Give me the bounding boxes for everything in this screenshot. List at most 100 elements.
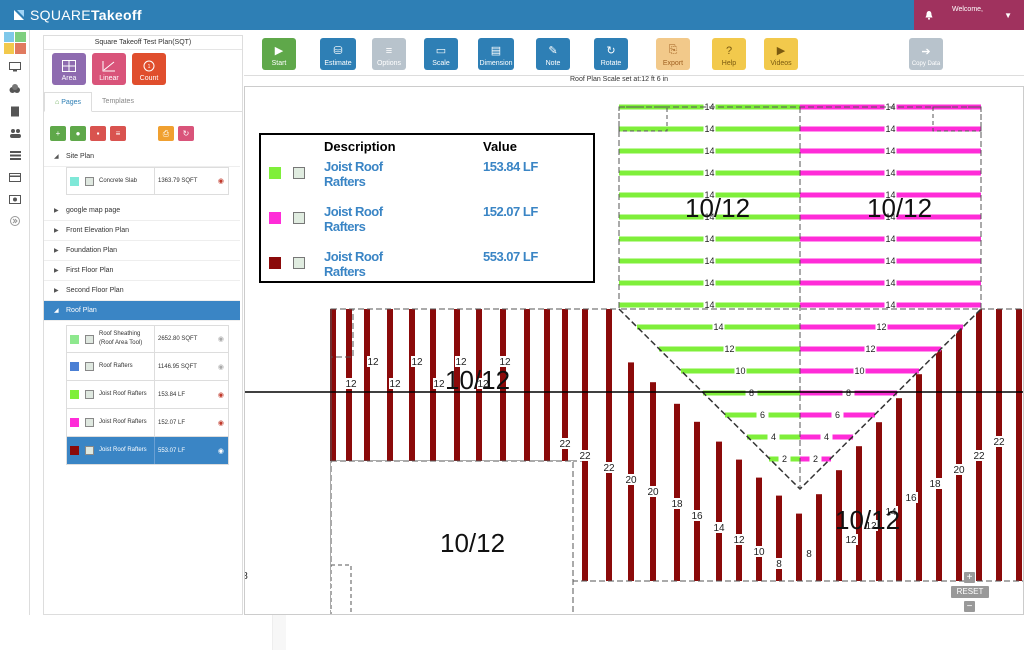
- tab-templates[interactable]: Templates: [92, 92, 144, 111]
- area-icon: [85, 362, 94, 371]
- page-label: Front Elevation Plan: [66, 227, 130, 234]
- rail-monitor[interactable]: [0, 56, 30, 78]
- videos-button[interactable]: ▶ Videos: [764, 38, 798, 70]
- item-name: Roof Rafters: [99, 363, 133, 369]
- item-value: 2652.80 SQFT: [154, 326, 209, 352]
- location-button[interactable]: ●: [70, 126, 86, 141]
- area-tool-button[interactable]: Area: [52, 53, 86, 85]
- note-button[interactable]: ✎ Note: [536, 38, 570, 70]
- help-button[interactable]: ? Help: [712, 38, 746, 70]
- export-button[interactable]: ⎘ Export: [656, 38, 690, 70]
- copy-data-button[interactable]: ➔ Copy Data: [909, 38, 943, 70]
- dimension-button[interactable]: ▤ Dimension: [478, 38, 514, 70]
- measurement-item[interactable]: Joist Roof Rafters 152.07 LF ◉: [66, 409, 229, 437]
- page-second-floor[interactable]: ▶ Second Floor Plan: [44, 281, 240, 301]
- rail-card[interactable]: [0, 166, 30, 188]
- rafter-bar: [582, 309, 588, 581]
- eye-icon[interactable]: ◉: [218, 177, 224, 185]
- color-swatch: [70, 362, 79, 371]
- zoom-in-button[interactable]: +: [964, 572, 975, 583]
- eye-icon[interactable]: ◉: [218, 447, 224, 455]
- page-roof-plan[interactable]: ◢ Roof Plan: [44, 301, 240, 321]
- plus-icon: +: [55, 129, 61, 138]
- rail-coins[interactable]: [0, 78, 30, 100]
- top-bar: SQUARE Takeoff Welcome, ▼: [0, 0, 1024, 30]
- rail-expand[interactable]: [0, 210, 30, 232]
- measurement-item[interactable]: Joist Roof Rafters 153.84 LF ◉: [66, 381, 229, 409]
- rafter-bar: [1016, 309, 1022, 581]
- legend-value-header: Value: [483, 139, 517, 154]
- options-button[interactable]: ≡ Options: [372, 38, 406, 70]
- rotate-button[interactable]: ↻ Rotate: [594, 38, 628, 70]
- rafter-length-label: 22: [993, 437, 1005, 448]
- page-site-plan[interactable]: ◢ Site Plan: [44, 147, 240, 167]
- scale-button[interactable]: ▭ Scale: [424, 38, 458, 70]
- rafter-length-label: 14: [704, 168, 714, 178]
- eye-icon[interactable]: ◉: [218, 419, 224, 427]
- rafter-length-label: 22: [973, 451, 985, 462]
- lower-corner-outline: [330, 564, 352, 614]
- linear-icon: [293, 257, 305, 269]
- left-rail: [0, 30, 30, 615]
- rail-book[interactable]: [0, 100, 30, 122]
- measurement-item[interactable]: Concrete Slab 1363.79 SQFT ◉: [66, 167, 229, 195]
- rafter-bar: [524, 309, 530, 461]
- page-front-elevation[interactable]: ▶ Front Elevation Plan: [44, 221, 240, 241]
- item-value: 153.84 LF: [154, 381, 209, 408]
- notification-button[interactable]: [914, 0, 944, 30]
- eye-icon[interactable]: ◉: [218, 335, 224, 343]
- rafter-length-label: 12: [345, 379, 357, 390]
- triangle-down-icon: ◢: [54, 154, 59, 160]
- app-logo[interactable]: SQUARE Takeoff: [12, 7, 142, 23]
- reset-button[interactable]: RESET: [951, 586, 989, 598]
- rail-users[interactable]: [0, 122, 30, 144]
- count-tool-button[interactable]: 1 Count: [132, 53, 166, 85]
- rafter-length-label: 4: [824, 432, 829, 442]
- page-google-map[interactable]: ▶ google map page: [44, 201, 240, 221]
- rafter-length-label: 2: [813, 454, 818, 464]
- measurement-item[interactable]: Roof Sheathing (Roof Area Tool) 2652.80 …: [66, 325, 229, 353]
- rafter-bar: [628, 362, 634, 581]
- list-button[interactable]: ≡: [110, 126, 126, 141]
- eye-icon[interactable]: ◉: [218, 391, 224, 399]
- measurement-item[interactable]: Roof Rafters 1146.95 SQFT ◉: [66, 353, 229, 381]
- add-page-button[interactable]: +: [50, 126, 66, 141]
- refresh-button[interactable]: ↻: [178, 126, 194, 141]
- area-icon: [62, 60, 76, 72]
- rafter-bar: [896, 398, 902, 581]
- delete-button[interactable]: ▪: [90, 126, 106, 141]
- rafter-length-label: 8: [245, 571, 248, 582]
- start-button[interactable]: ▶ Start: [262, 38, 296, 70]
- legend-value: 153.84 LF: [483, 159, 538, 174]
- tab-pages[interactable]: ⌂ Pages: [44, 92, 93, 112]
- svg-text:1: 1: [148, 64, 151, 70]
- rafter-bar: [916, 374, 922, 581]
- money-icon: [9, 194, 21, 204]
- rail-dashboard[interactable]: [0, 30, 30, 56]
- page-foundation[interactable]: ▶ Foundation Plan: [44, 241, 240, 261]
- monitor-icon: [9, 62, 21, 72]
- rafter-length-label: 18: [929, 479, 941, 490]
- plan-canvas[interactable]: 12 12 12 12 12 12 12 12 14 14 14 14 14 14 14 14 14 14 14 14…: [244, 86, 1024, 615]
- tab-templates-label: Templates: [102, 98, 134, 105]
- double-chevron-right-icon: [10, 216, 20, 226]
- rafter-bar: [936, 350, 942, 581]
- page-first-floor[interactable]: ▶ First Floor Plan: [44, 261, 240, 281]
- page-tree: ◢ Site Plan Concrete Slab 1363.79 SQFT ◉ …: [44, 147, 240, 615]
- estimate-button[interactable]: ⛁ Estimate: [320, 38, 356, 70]
- logo-icon: [14, 10, 24, 20]
- rotate-label: Rotate: [600, 60, 622, 67]
- rail-money[interactable]: [0, 188, 30, 210]
- user-menu[interactable]: Welcome, ▼: [944, 0, 1024, 30]
- roof-pitch-label: 10/12: [685, 193, 750, 223]
- measurement-item-selected[interactable]: Joist Roof Rafters 553.07 LF ◉: [66, 437, 229, 465]
- eye-icon[interactable]: ◉: [218, 363, 224, 371]
- rafter-length-label: 6: [760, 410, 765, 420]
- linear-tool-button[interactable]: Linear: [92, 53, 126, 85]
- zoom-out-button[interactable]: −: [964, 601, 975, 612]
- item-value: 553.07 LF: [154, 437, 209, 464]
- rail-list[interactable]: [0, 144, 30, 166]
- item-value: 152.07 LF: [154, 409, 209, 436]
- rafter-length-label: 14: [704, 124, 714, 134]
- print-button[interactable]: ⎙: [158, 126, 174, 141]
